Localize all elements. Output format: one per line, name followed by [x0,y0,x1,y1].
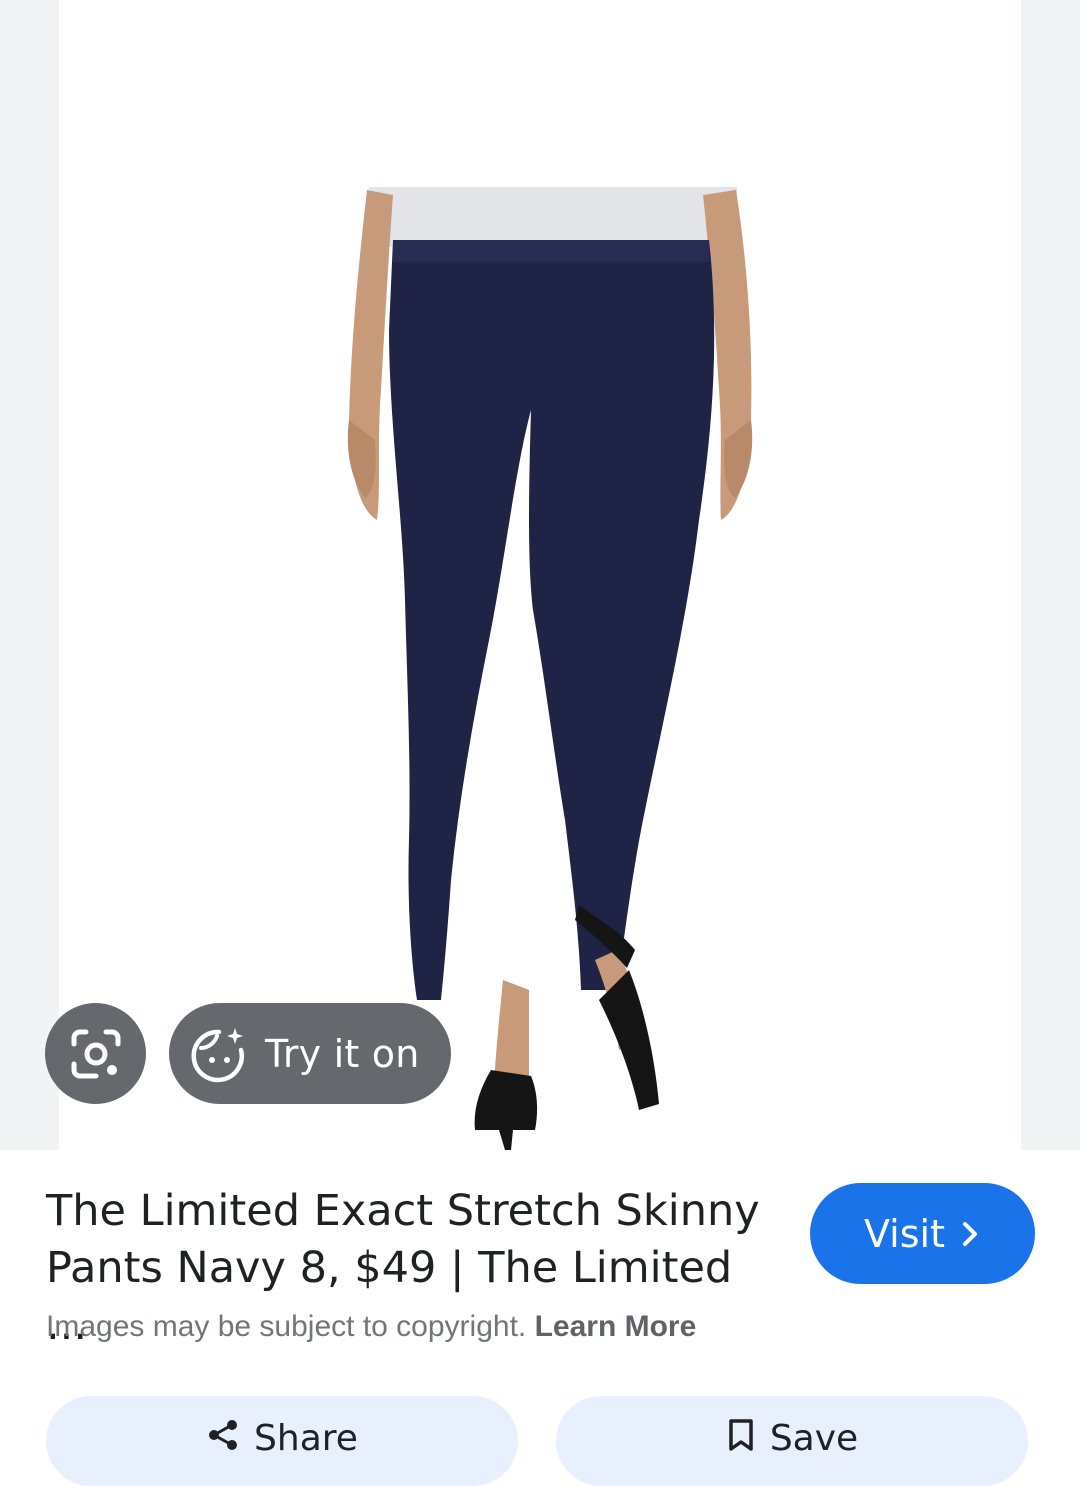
learn-more-link[interactable]: Learn More [535,1310,697,1343]
chevron-right-icon [945,1219,981,1249]
copyright-notice: Images may be subject to copyright. Lear… [46,1310,696,1344]
product-image [347,187,753,1150]
try-it-on-label: Try it on [265,1031,420,1076]
share-label: Share [254,1418,358,1459]
copyright-text: Images may be subject to copyright. [46,1310,527,1343]
try-it-on-button[interactable]: Try it on [169,1003,451,1104]
save-button[interactable]: Save [556,1396,1028,1486]
visit-button[interactable]: Visit [810,1183,1035,1284]
image-viewer: Try it on [0,0,1080,1150]
google-lens-icon [68,1026,124,1082]
visit-label: Visit [864,1211,945,1256]
product-image-frame[interactable] [59,0,1021,1150]
share-icon [206,1418,240,1452]
save-label: Save [769,1418,859,1459]
bookmark-icon [726,1418,756,1452]
google-lens-button[interactable] [45,1003,146,1104]
share-button[interactable]: Share [46,1396,518,1486]
face-sparkle-icon [189,1024,249,1084]
